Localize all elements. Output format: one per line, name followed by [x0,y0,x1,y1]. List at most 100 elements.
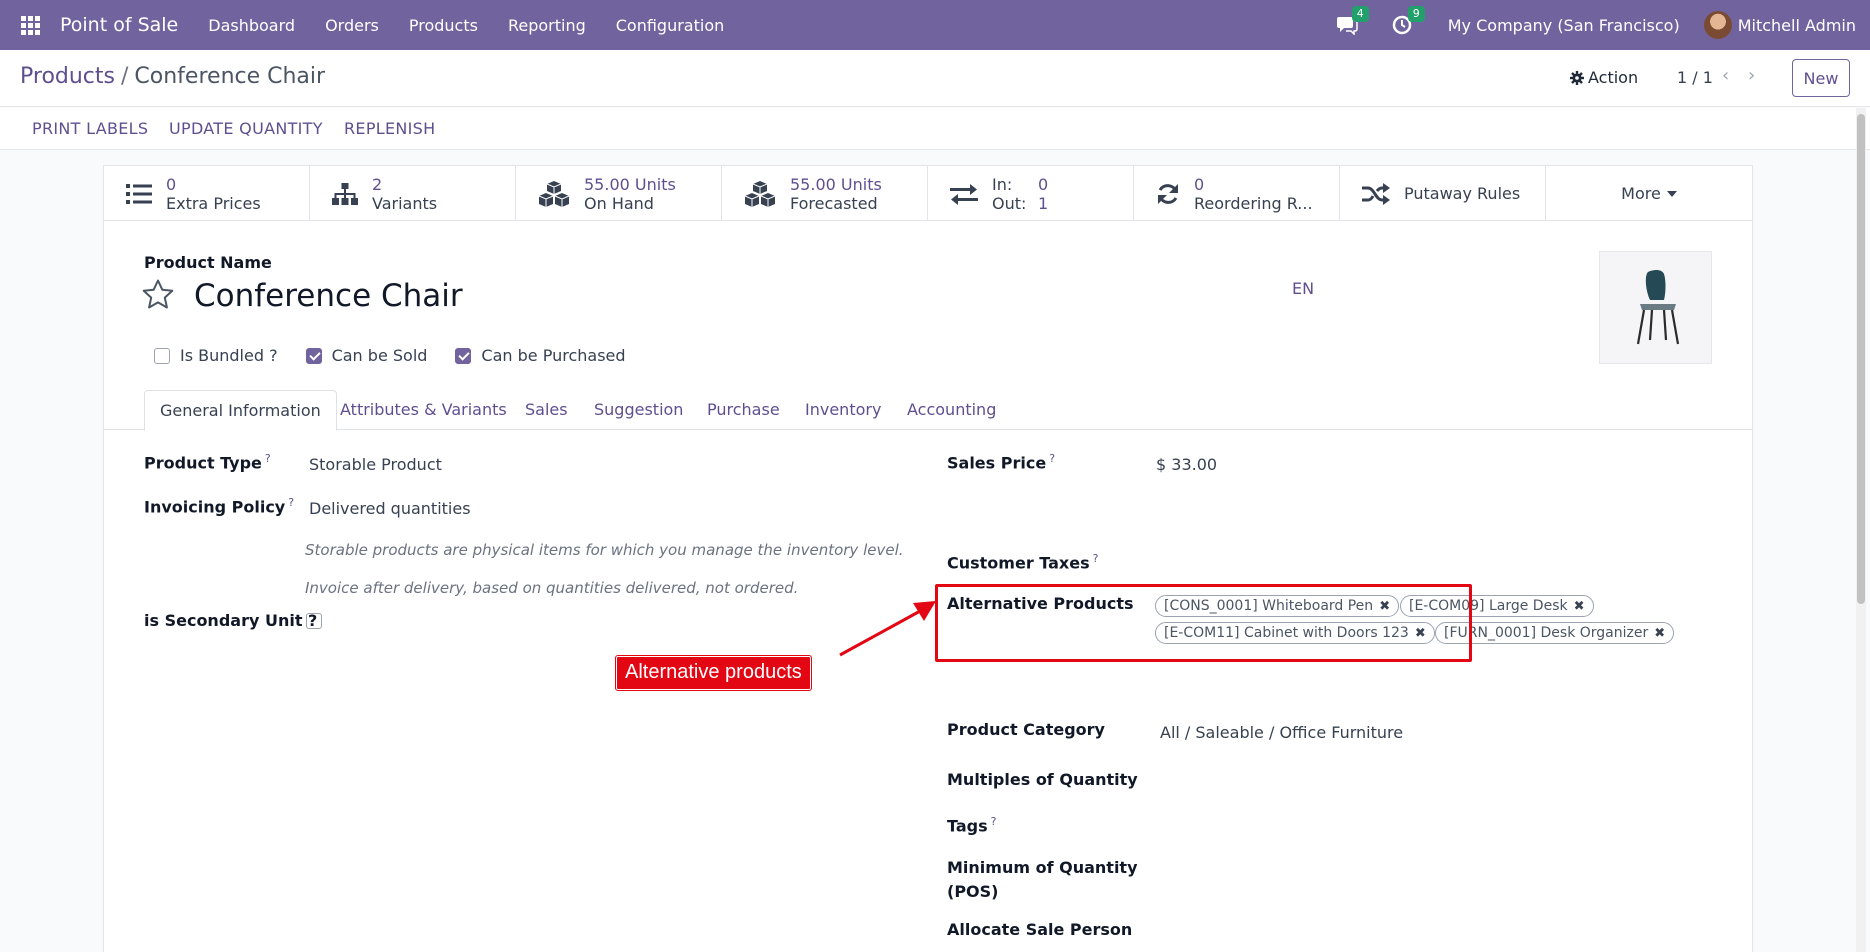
chevron-right-icon[interactable]: › [1748,65,1755,86]
company-switcher[interactable]: My Company (San Francisco) [1448,16,1680,35]
tab-suggestion[interactable]: Suggestion [594,390,683,430]
min-qty-pos-label: Minimum of Quantity (POS) [947,858,1138,901]
product-flags: Is Bundled ? Can be Sold Can be Purchase… [154,346,654,365]
sitemap-icon [332,182,358,205]
menu-dashboard[interactable]: Dashboard [208,16,295,35]
storable-help-text: Storable products are physical items for… [305,541,904,559]
putaway-rules-button[interactable]: Putaway Rules [1340,166,1546,221]
messages-badge: 4 [1351,6,1369,22]
app-brand[interactable]: Point of Sale [60,14,178,36]
caret-down-icon [1666,190,1677,197]
more-label: More [1621,184,1661,203]
putaway-label: Putaway Rules [1404,184,1521,203]
out-label: Out: [992,193,1027,213]
on-hand-button[interactable]: 55.00 Units On Hand [516,166,722,221]
secondary-unit-label: is Secondary Unit ? [144,611,318,630]
tab-sales[interactable]: Sales [525,390,568,430]
product-name-input[interactable]: Conference Chair [194,278,463,314]
tab-purchase[interactable]: Purchase [707,390,780,430]
on-hand-value: 55.00 Units [584,174,676,194]
apps-menu-icon[interactable] [0,0,60,50]
is-bundled-box[interactable] [154,347,170,364]
product-type-select[interactable]: Storable Product [309,455,442,474]
secondary-unit-checkbox[interactable] [306,613,322,629]
gear-icon [1570,70,1584,85]
invoicing-policy-select[interactable]: Delivered quantities [309,499,471,518]
in-value: 0 [1038,174,1049,194]
chair-image [1636,269,1679,344]
messages-button[interactable]: 4 [1336,6,1369,36]
tab-accounting[interactable]: Accounting [907,390,996,430]
star-icon[interactable] [142,279,174,309]
menu-orders[interactable]: Orders [325,16,379,35]
top-navbar: Point of Sale Dashboard Orders Products … [0,0,1870,50]
random-icon [1362,182,1390,205]
reordering-rules-button[interactable]: 0 Reordering R... [1134,166,1340,221]
in-label: In: [992,174,1013,194]
forecasted-label: Forecasted [790,193,878,213]
activities-badge: 9 [1407,6,1425,22]
sales-price-label: Sales Price? [947,452,1056,473]
can-be-purchased-checkbox[interactable]: Can be Purchased [455,346,626,365]
out-value: 1 [1038,193,1049,213]
multiples-of-quantity-label: Multiples of Quantity [947,770,1138,789]
action-label: Action [1588,68,1639,87]
activities-button[interactable]: 9 [1392,6,1425,35]
pager-value[interactable]: 1 / 1 [1677,68,1713,87]
variants-button[interactable]: 2 Variants [310,166,516,221]
product-category-label: Product Category [947,720,1105,739]
product-image[interactable] [1599,251,1712,364]
tab-general-information[interactable]: General Information [144,390,337,431]
menu-products[interactable]: Products [409,16,478,35]
menu-reporting[interactable]: Reporting [508,16,586,35]
cubes-icon [538,180,570,207]
can-be-sold-box[interactable] [305,347,322,364]
can-be-purchased-label: Can be Purchased [481,346,626,365]
in-out-button[interactable]: In: 0 Out: 1 [928,166,1134,221]
annotation-callout: Alternative products [616,656,811,690]
tags-label: Tags? [947,815,997,836]
chevron-left-icon[interactable]: ‹ [1722,65,1729,86]
can-be-sold-label: Can be Sold [331,346,428,365]
print-labels-button[interactable]: PRINT LABELS [32,119,148,138]
form-tabs: General Information Attributes & Variant… [104,390,1752,431]
more-dropdown-button[interactable]: More [1546,166,1752,221]
control-panel: Products / Conference Chair Action 1 / 1 ‹… [0,50,1870,107]
new-button[interactable]: New [1792,59,1850,97]
customer-taxes-label: Customer Taxes? [947,552,1099,573]
breadcrumb-separator: / [121,64,129,89]
variants-label: Variants [372,193,438,213]
breadcrumb-current: Conference Chair [134,64,326,89]
is-bundled-checkbox[interactable]: Is Bundled ? [154,346,278,365]
exchange-icon [950,183,978,205]
action-menu-button[interactable]: Action [1570,68,1638,87]
update-quantity-button[interactable]: UPDATE QUANTITY [169,119,323,138]
can-be-purchased-box[interactable] [455,347,472,364]
tag-remove-icon[interactable]: ✖ [1574,599,1585,614]
header-actions: PRINT LABELS UPDATE QUANTITY REPLENISH [0,108,1870,150]
reordering-value: 0 [1194,174,1205,194]
tab-attributes-variants[interactable]: Attributes & Variants [340,390,507,430]
extra-prices-button[interactable]: 0 Extra Prices [104,166,310,221]
replenish-button[interactable]: REPLENISH [344,119,435,138]
user-avatar[interactable] [1703,11,1732,39]
cubes-icon [744,180,776,207]
breadcrumb-products[interactable]: Products [20,64,115,89]
form-sheet: 0 Extra Prices 2 Variants 55.00 Units On Ha… [103,165,1753,952]
product-category-input[interactable]: All / Saleable / Office Furniture [1160,723,1403,742]
on-hand-label: On Hand [584,193,654,213]
sales-price-input[interactable]: $ 33.00 [1156,455,1217,474]
forecasted-button[interactable]: 55.00 Units Forecasted [722,166,928,221]
can-be-sold-checkbox[interactable]: Can be Sold [305,346,428,365]
variants-value: 2 [372,174,383,194]
product-type-label: Product Type? [144,452,271,473]
tab-inventory[interactable]: Inventory [805,390,881,430]
refresh-icon [1158,183,1178,204]
page-scrollbar[interactable] [1856,108,1866,952]
language-button[interactable]: EN [1292,279,1314,298]
user-menu[interactable]: Mitchell Admin [1738,16,1856,35]
menu-configuration[interactable]: Configuration [616,16,725,35]
extra-prices-value: 0 [166,174,177,194]
tag-remove-icon[interactable]: ✖ [1654,626,1665,641]
scrollbar-thumb[interactable] [1857,114,1865,604]
